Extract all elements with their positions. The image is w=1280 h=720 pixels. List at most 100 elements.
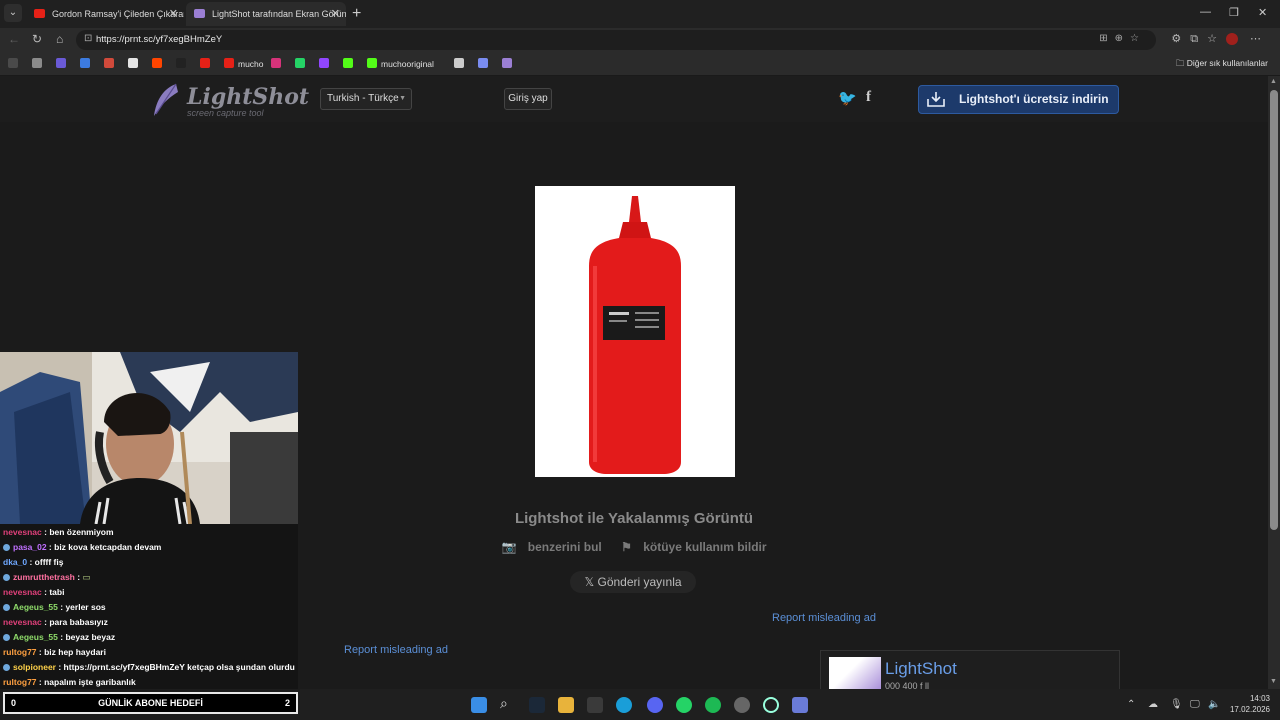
chat-username[interactable]: nevesnac: [3, 617, 42, 627]
facebook-icon[interactable]: f: [866, 89, 871, 106]
promo-name: LightShot: [885, 659, 957, 678]
network-icon[interactable]: 🖵: [1190, 699, 1200, 710]
file-explorer-icon[interactable]: [558, 697, 574, 713]
chat-username[interactable]: rultog77: [3, 677, 37, 687]
promo-thumbnail: [829, 657, 881, 689]
chat-username[interactable]: rultog77: [3, 647, 37, 657]
bookmark-icon: [176, 58, 186, 68]
extensions-icon[interactable]: ⚙: [1171, 33, 1190, 45]
site-info-icon[interactable]: ⊡: [84, 33, 92, 44]
bookmark-icon: [295, 58, 305, 68]
tab-list-button[interactable]: ⌄: [4, 4, 22, 22]
microphone-icon[interactable]: 🎙: [1170, 699, 1183, 710]
maximize-button[interactable]: ❐: [1229, 6, 1239, 19]
report-abuse-link[interactable]: ⚑ kötüye kullanım bildir: [617, 540, 770, 554]
feather-logo-icon[interactable]: [150, 82, 180, 118]
bookmark-item[interactable]: [478, 58, 492, 70]
whatsapp-icon[interactable]: [676, 697, 692, 713]
bookmark-item[interactable]: [128, 58, 142, 70]
chat-username[interactable]: solpioneer: [13, 662, 56, 672]
chat-text: biz kova ketcapdan devam: [54, 542, 162, 552]
close-window-button[interactable]: ✕: [1258, 6, 1267, 19]
report-misleading-ad-link[interactable]: Report misleading ad: [772, 612, 876, 624]
bookmark-item[interactable]: [80, 58, 94, 70]
logo-text[interactable]: LightShot: [187, 84, 309, 110]
bookmark-item[interactable]: [152, 58, 166, 70]
bookmark-item[interactable]: [319, 58, 333, 70]
app-icon[interactable]: ⊞: [1099, 33, 1114, 44]
discord-icon[interactable]: [647, 697, 663, 713]
tab-gordon-ramsay[interactable]: Gordon Ramsay'i Çileden Çıkaran ✕: [26, 2, 184, 26]
lightshot-promo-card[interactable]: LightShot 000 400 f ll: [820, 650, 1120, 689]
volume-icon[interactable]: 🔈: [1208, 699, 1220, 710]
bookmark-item[interactable]: [502, 58, 516, 70]
chat-username[interactable]: nevesnac: [3, 587, 42, 597]
favorite-star-icon[interactable]: ☆: [1130, 33, 1146, 44]
chat-text: beyaz beyaz: [65, 632, 116, 642]
bookmark-item[interactable]: [104, 58, 118, 70]
other-bookmarks-folder[interactable]: 🗀 Diğer sık kullanılanlar: [1176, 58, 1268, 72]
scroll-thumb[interactable]: [1270, 90, 1278, 530]
minimize-button[interactable]: —: [1200, 6, 1211, 18]
language-value: Turkish - Türkçe: [327, 93, 399, 104]
chat-username[interactable]: Aegeus_55: [13, 602, 58, 612]
report-misleading-ad-link[interactable]: Report misleading ad: [344, 644, 448, 656]
bookmark-item[interactable]: [454, 58, 468, 70]
favorites-icon[interactable]: ☆: [1207, 33, 1226, 45]
scroll-up-icon[interactable]: ▲: [1270, 78, 1277, 85]
download-button[interactable]: Lightshot'ı ücretsiz indirin: [918, 85, 1119, 114]
chat-username[interactable]: nevesnac: [3, 527, 42, 537]
login-button[interactable]: Giriş yap: [504, 88, 552, 110]
bookmark-item[interactable]: [343, 58, 357, 70]
bookmark-item[interactable]: muchooriginal: [367, 58, 434, 70]
profile-avatar[interactable]: [1225, 33, 1238, 46]
bookmark-item[interactable]: [200, 58, 214, 70]
menu-icon[interactable]: ⋯: [1250, 33, 1270, 45]
tab-lightshot[interactable]: LightShot tarafından Ekran Görünt ✕: [186, 2, 346, 26]
back-icon[interactable]: ←: [8, 32, 20, 46]
tray-app-icon[interactable]: ☁: [1148, 699, 1158, 710]
bookmark-item[interactable]: [271, 58, 285, 70]
taskbar-clock[interactable]: 14:03 17.02.2026: [1230, 693, 1270, 715]
bookmark-item[interactable]: [56, 58, 70, 70]
steam-icon[interactable]: [529, 697, 545, 713]
language-select[interactable]: Turkish - Türkçe ▼: [320, 88, 412, 110]
scroll-down-icon[interactable]: ▼: [1270, 678, 1277, 685]
search-icon[interactable]: ⌕: [500, 695, 516, 711]
twitter-icon[interactable]: 🐦: [838, 89, 857, 107]
clock-date: 17.02.2026: [1229, 705, 1270, 714]
ketchup-bottle-image: [589, 196, 681, 474]
screenshot-image[interactable]: [535, 186, 735, 477]
youtube-icon: [34, 9, 45, 18]
spotify-icon[interactable]: [705, 697, 721, 713]
app-settings-icon[interactable]: [792, 697, 808, 713]
bookmark-item[interactable]: [295, 58, 309, 70]
bookmark-item[interactable]: [8, 58, 22, 70]
split-screen-icon[interactable]: ⧉: [1190, 33, 1207, 45]
chat-username[interactable]: Aegeus_55: [13, 632, 58, 642]
page-scrollbar[interactable]: ▲ ▼: [1268, 76, 1280, 689]
find-similar-link[interactable]: 📷 benzerini bul: [497, 540, 605, 554]
zoom-icon[interactable]: ⊕: [1115, 33, 1130, 44]
edge-icon[interactable]: [616, 697, 632, 713]
start-icon[interactable]: [471, 697, 487, 713]
home-icon[interactable]: ⌂: [56, 32, 63, 46]
bookmark-item[interactable]: [32, 58, 46, 70]
bookmark-item[interactable]: mucho: [224, 58, 264, 70]
camera-icon: 📷: [501, 540, 517, 554]
obs-icon[interactable]: [734, 697, 750, 713]
tray-overflow-icon[interactable]: ⌃: [1127, 699, 1135, 710]
chat-username[interactable]: zumrutthetrash: [13, 572, 75, 582]
close-icon[interactable]: ✕: [331, 2, 340, 26]
share-post-button[interactable]: 𝕏 Gönderi yayınla: [570, 571, 696, 593]
new-tab-button[interactable]: +: [352, 5, 361, 23]
close-icon[interactable]: ✕: [169, 2, 178, 26]
bookmark-item[interactable]: [176, 58, 190, 70]
app-circle-icon[interactable]: [763, 697, 779, 713]
chat-username[interactable]: pasa_02: [13, 542, 47, 552]
chat-username[interactable]: dka_0: [3, 557, 27, 567]
address-bar[interactable]: ⊡ https://prnt.sc/yf7xegBHmZeY ⊞⊕☆: [76, 30, 1156, 50]
url-text[interactable]: https://prnt.sc/yf7xegBHmZeY: [96, 34, 222, 45]
reload-icon[interactable]: ↻: [32, 32, 42, 46]
store-icon[interactable]: [587, 697, 603, 713]
